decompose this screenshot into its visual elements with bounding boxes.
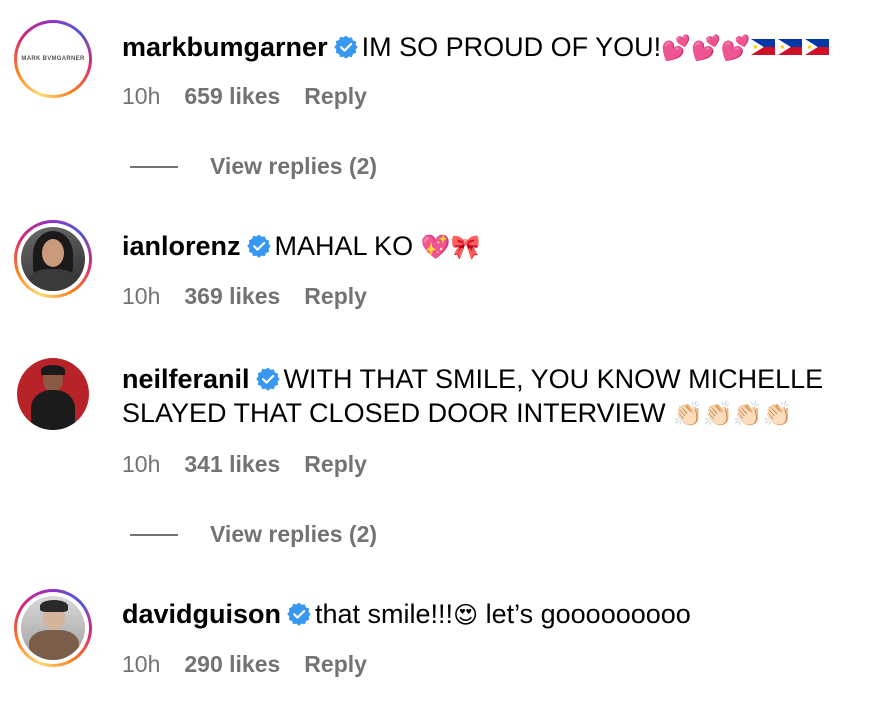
comment-body: davidguison that smile!!!😍 let’s gooooooo… [122,597,856,632]
avatar-story-ring[interactable]: MARK BVMGARNER [14,20,92,98]
avatar-logo-text: MARK BVMGARNER [21,56,85,62]
heart-ribbon-emoji: 💖🎀 [420,233,481,261]
avatar: MARK BVMGARNER [21,27,85,91]
comment-meta: 10h 659 likes Reply [122,83,367,110]
username-link[interactable]: neilferanil [122,364,250,394]
likes-count[interactable]: 659 likes [184,83,280,110]
timestamp: 10h [122,451,161,477]
replies-divider [130,533,178,536]
verified-icon [256,367,280,391]
heart-eyes-emoji: 😍 [453,601,479,629]
reply-button[interactable]: Reply [304,451,367,478]
avatar-body [29,630,79,660]
username-link[interactable]: ianlorenz [122,231,241,261]
comment-meta: 10h 369 likes Reply [122,283,367,310]
comment-body: neilferanil WITH THAT SMILE, YOU KNOW MIC… [122,362,856,431]
verified-icon [247,234,271,258]
avatar-body [31,390,75,430]
comment-meta: 10h 290 likes Reply [122,651,367,678]
likes-count[interactable]: 341 likes [184,451,280,478]
avatar-outfit [29,269,77,291]
avatar [17,358,89,430]
comment-meta: 10h 341 likes Reply [122,451,367,478]
timestamp: 10h [122,283,161,309]
reply-button[interactable]: Reply [304,283,367,310]
verified-icon [334,35,358,59]
comment-text: IM SO PROUD OF YOU! [361,32,662,62]
timestamp: 10h [122,83,161,109]
ph-flag-icon [751,39,775,55]
avatar-hair [40,600,68,612]
comment-body: ianlorenz MAHAL KO 💖🎀 [122,229,856,264]
timestamp: 10h [122,651,161,677]
hearts-emoji: 💕💕💕 [661,34,751,62]
view-replies-label: View replies (2) [210,521,378,547]
avatar-container[interactable] [14,355,92,433]
view-replies-button[interactable]: View replies (2) [130,153,377,180]
avatar [21,596,85,660]
view-replies-label: View replies (2) [210,153,378,179]
comment-text: that smile!!! [315,599,454,629]
avatar-story-ring[interactable] [14,589,92,667]
comment-text: MAHAL KO [274,231,421,261]
avatar-hair [41,365,65,375]
avatar-story-ring[interactable] [14,220,92,298]
comment-text-continued: let’s gooooooooo [478,599,691,629]
ph-flag-icon [778,39,802,55]
username-link[interactable]: markbumgarner [122,32,328,62]
reply-button[interactable]: Reply [304,83,367,110]
verified-icon [287,602,311,626]
username-link[interactable]: davidguison [122,599,281,629]
avatar-face [42,239,64,267]
reply-button[interactable]: Reply [304,651,367,678]
likes-count[interactable]: 290 likes [184,651,280,678]
comment-body: markbumgarner IM SO PROUD OF YOU!💕💕💕 [122,30,856,65]
avatar [21,227,85,291]
likes-count[interactable]: 369 likes [184,283,280,310]
clapping-hands-emoji: 👏🏻👏🏻👏🏻👏🏻 [673,400,793,428]
view-replies-button[interactable]: View replies (2) [130,521,377,548]
replies-divider [130,165,178,168]
ph-flag-icon [805,39,829,55]
